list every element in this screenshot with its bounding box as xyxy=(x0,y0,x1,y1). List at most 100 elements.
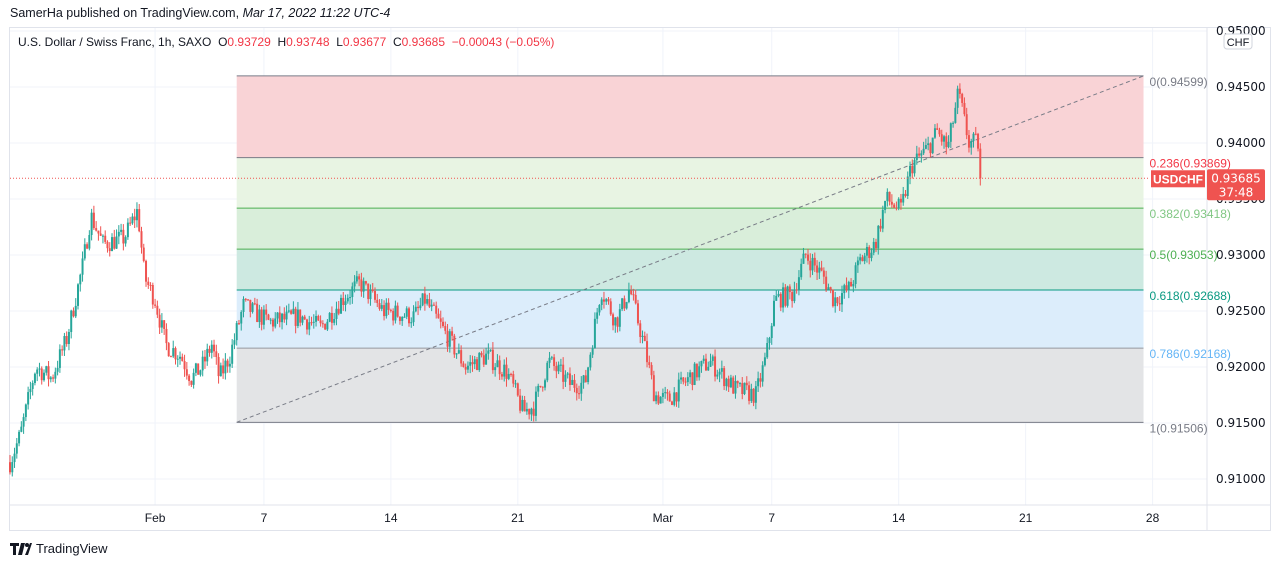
candle-body xyxy=(861,257,864,262)
candle-body xyxy=(317,315,320,321)
candle-body xyxy=(197,363,200,375)
candle-body xyxy=(88,235,91,249)
candle-body xyxy=(228,363,231,367)
candle-body xyxy=(401,316,404,321)
candle-body xyxy=(877,225,880,249)
candle-body xyxy=(203,356,206,362)
candle-body xyxy=(269,319,272,321)
price-tick-label: 0.92500 xyxy=(1216,304,1266,318)
candle-body xyxy=(389,309,392,311)
candle-body xyxy=(868,247,871,259)
candle-body xyxy=(652,375,655,402)
candle-body xyxy=(151,285,154,305)
candle-body xyxy=(172,348,175,357)
candle-body xyxy=(661,392,664,397)
tradingview-brand[interactable]: TradingView xyxy=(10,541,108,556)
candle-body xyxy=(324,323,327,330)
candle-body xyxy=(539,385,542,387)
candle-body xyxy=(741,383,744,395)
candle-body xyxy=(235,323,238,341)
candle-body xyxy=(131,216,134,224)
candle-body xyxy=(498,360,501,375)
candle-body xyxy=(625,302,628,309)
candle-body xyxy=(856,260,859,266)
currency-label: CHF xyxy=(1227,37,1250,49)
candle-body xyxy=(922,148,925,154)
candle-body xyxy=(344,301,347,305)
candle-body xyxy=(326,321,329,330)
candle-body xyxy=(79,274,82,285)
candle-body xyxy=(27,392,30,405)
candle-body xyxy=(525,408,528,412)
candle-body xyxy=(466,365,469,370)
candle-body xyxy=(52,377,55,379)
candle-body xyxy=(464,366,467,370)
time-tick-label: Mar xyxy=(653,511,674,525)
candle-body xyxy=(222,365,225,374)
candle-body xyxy=(47,366,50,380)
candle-body xyxy=(346,297,349,302)
candle-body xyxy=(253,303,256,305)
candle-body xyxy=(929,143,932,154)
candle-body xyxy=(829,287,832,290)
candle-body xyxy=(43,372,46,381)
candle-body xyxy=(478,352,481,371)
candle-body xyxy=(732,377,735,394)
candle-body xyxy=(419,305,422,309)
time-tick-label: Feb xyxy=(145,511,166,525)
candle-body xyxy=(448,331,451,347)
candle-body xyxy=(605,299,608,302)
candle-body xyxy=(13,453,16,463)
candle-body xyxy=(573,379,576,388)
candle-body xyxy=(74,305,77,317)
candle-body xyxy=(723,368,726,387)
candle-body xyxy=(124,237,127,244)
candle-body xyxy=(301,316,304,323)
candle-body xyxy=(247,299,250,301)
candle-body xyxy=(927,143,930,146)
candle-body xyxy=(38,368,41,370)
fib-level-label: 0.382(0.93418) xyxy=(1150,207,1231,221)
candle-body xyxy=(383,305,386,317)
candle-body xyxy=(736,380,739,384)
candle-body xyxy=(299,309,302,323)
candle-body xyxy=(22,417,25,427)
candle-body xyxy=(958,88,961,94)
candle-body xyxy=(469,362,472,366)
candle-body xyxy=(149,284,152,286)
candle-body xyxy=(811,257,814,271)
candle-body xyxy=(265,309,268,315)
candle-body xyxy=(745,382,748,386)
candle-body xyxy=(294,308,297,326)
candle-body xyxy=(176,358,179,360)
candle-body xyxy=(500,374,503,377)
candle-body xyxy=(163,320,166,329)
candle-body xyxy=(825,276,828,290)
time-tick-label: 28 xyxy=(1146,511,1160,525)
price-chart[interactable]: 0(0.94599) 0.236(0.93869) 0.382(0.93418) 0.… xyxy=(0,0,1280,566)
candle-body xyxy=(593,318,596,349)
candle-body xyxy=(609,301,612,315)
candle-body xyxy=(258,309,261,323)
low-value: 0.93677 xyxy=(342,35,387,49)
candle-body xyxy=(967,135,970,148)
candle-body xyxy=(267,314,270,320)
candle-body xyxy=(251,303,254,312)
candle-body xyxy=(920,153,923,156)
candle-body xyxy=(113,237,116,249)
time-tick-label: 14 xyxy=(384,511,398,525)
candle-body xyxy=(138,209,141,232)
candle-body xyxy=(271,319,274,327)
candle-body xyxy=(754,386,757,403)
candle-body xyxy=(371,289,374,291)
candle-body xyxy=(15,443,18,454)
candle-body xyxy=(809,260,812,271)
candle-body xyxy=(165,328,168,344)
candle-body xyxy=(199,370,202,375)
candle-body xyxy=(743,382,746,395)
candle-body xyxy=(451,331,454,336)
candle-body xyxy=(457,350,460,354)
time-tick-label: 14 xyxy=(892,511,906,525)
time-tick-label: 7 xyxy=(261,511,268,525)
candle-body xyxy=(111,237,114,252)
